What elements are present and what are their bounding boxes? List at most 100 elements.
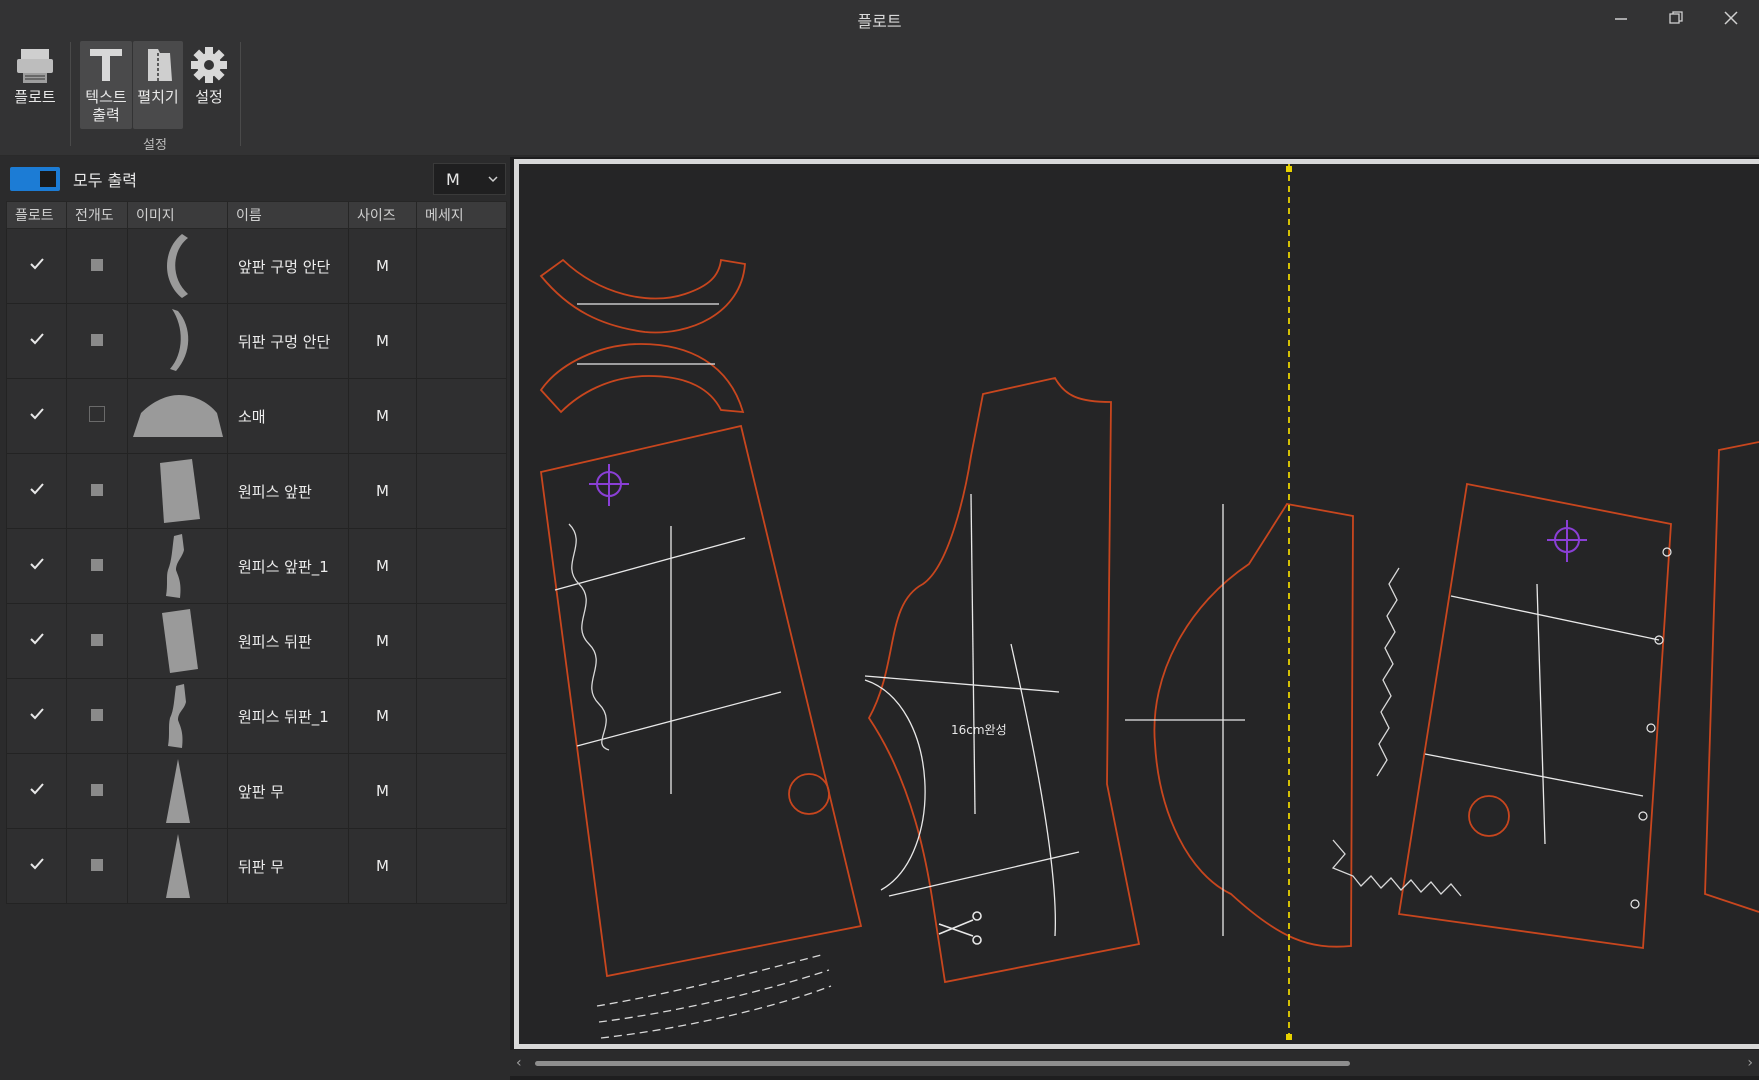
plot-checkbox[interactable] xyxy=(6,378,67,454)
unfold-checkbox[interactable] xyxy=(66,753,128,829)
text-output-button[interactable]: 텍스트 출력 xyxy=(80,41,132,129)
dress-back-thumb xyxy=(161,609,198,673)
table-row[interactable]: 원피스 앞판 M xyxy=(6,453,507,529)
text-output-label-2: 출력 xyxy=(92,106,120,124)
piece-message xyxy=(416,528,507,604)
col-header-message[interactable]: 메세지 xyxy=(416,201,507,229)
restore-button[interactable] xyxy=(1653,4,1699,32)
plotter-icon xyxy=(17,49,53,83)
scrollbar-thumb[interactable] xyxy=(535,1061,1350,1066)
unfold-checkbox[interactable] xyxy=(66,678,128,754)
plot-checkbox[interactable] xyxy=(6,228,67,304)
piece-size: M xyxy=(348,303,417,379)
table-row[interactable]: 앞판 무 M xyxy=(6,753,507,829)
table-row[interactable]: 소매 M xyxy=(6,378,507,454)
piece-message xyxy=(416,453,507,529)
unfold-checkbox[interactable] xyxy=(66,303,128,379)
plot-checkbox[interactable] xyxy=(6,603,67,679)
text-output-label-1: 텍스트 xyxy=(85,88,127,106)
piece-message xyxy=(416,828,507,904)
output-all-toggle[interactable] xyxy=(10,167,60,191)
col-header-size[interactable]: 사이즈 xyxy=(348,201,417,229)
table-row[interactable]: 원피스 앞판_1 M xyxy=(6,528,507,604)
indeterminate-box xyxy=(91,259,103,271)
checkmark-icon xyxy=(29,333,44,345)
piece-name: 원피스 뒤판_1 xyxy=(227,678,349,754)
table-header: 플로트 전개도 이미지 이름 사이즈 메세지 xyxy=(6,201,507,229)
horizontal-scrollbar[interactable]: ‹ › xyxy=(510,1050,1759,1076)
plot-checkbox[interactable] xyxy=(6,753,67,829)
unfold-checkbox[interactable] xyxy=(66,228,128,304)
plot-button[interactable]: 플로트 xyxy=(8,41,62,106)
unfold-checkbox[interactable] xyxy=(66,378,128,454)
ribbon-toolbar: 플로트 텍스트 출력 펼치기 설정 설정 xyxy=(0,36,1759,156)
text-t-icon xyxy=(90,49,122,81)
restore-icon xyxy=(1669,11,1683,24)
finish-annotation: 16cm완성 xyxy=(951,723,1007,737)
dress-back-right-piece xyxy=(1397,482,1672,950)
piece-size: M xyxy=(348,678,417,754)
dress-front-thumb xyxy=(159,459,200,523)
piece-message xyxy=(416,378,507,454)
minimize-button[interactable] xyxy=(1598,4,1644,32)
chevron-down-icon xyxy=(488,176,498,183)
settings-button[interactable]: 설정 xyxy=(185,41,233,106)
front-gore-thumb xyxy=(165,759,190,823)
piece-name: 뒤판 구멍 안단 xyxy=(227,303,349,379)
unfold-checkbox[interactable] xyxy=(66,603,128,679)
unfold-button[interactable]: 펼치기 xyxy=(133,41,183,129)
col-header-name[interactable]: 이름 xyxy=(227,201,349,229)
dress-front-piece xyxy=(540,424,863,978)
piece-thumbnail xyxy=(127,528,228,604)
piece-thumbnail xyxy=(127,678,228,754)
plot-checkbox[interactable] xyxy=(6,453,67,529)
col-header-unfold[interactable]: 전개도 xyxy=(66,201,128,229)
piece-message xyxy=(416,753,507,829)
piece-name: 원피스 뒤판 xyxy=(227,603,349,679)
unfold-pattern-icon xyxy=(148,49,172,81)
close-button[interactable] xyxy=(1708,4,1754,32)
partial-piece xyxy=(1704,441,1759,913)
plot-checkbox[interactable] xyxy=(6,303,67,379)
unfold-checkbox[interactable] xyxy=(66,453,128,529)
marker-canvas[interactable]: 16cm완성 xyxy=(514,159,1759,1049)
piece-size: M xyxy=(348,453,417,529)
piece-message xyxy=(416,678,507,754)
title-bar: 플로트 xyxy=(0,0,1759,36)
indeterminate-box xyxy=(91,634,103,646)
scissors-icon xyxy=(938,911,982,945)
plot-preview-area: 16cm완성 ‹ › xyxy=(510,157,1759,1080)
plot-checkbox[interactable] xyxy=(6,828,67,904)
col-header-plot[interactable]: 플로트 xyxy=(6,201,67,229)
piece-name: 원피스 앞판 xyxy=(227,453,349,529)
back-gore-thumb xyxy=(165,834,190,898)
piece-size: M xyxy=(348,528,417,604)
scroll-left-icon[interactable]: ‹ xyxy=(516,1055,522,1071)
checkmark-icon xyxy=(29,408,44,420)
unfold-checkbox[interactable] xyxy=(66,828,128,904)
table-row[interactable]: 원피스 뒤판_1 M xyxy=(6,678,507,754)
unfold-checkbox[interactable] xyxy=(66,528,128,604)
col-header-image[interactable]: 이미지 xyxy=(127,201,228,229)
dress-back-1-thumb xyxy=(167,684,186,748)
piece-name: 앞판 구멍 안단 xyxy=(227,228,349,304)
table-row[interactable]: 뒤판 무 M xyxy=(6,828,507,904)
table-row[interactable]: 원피스 뒤판 M xyxy=(6,603,507,679)
size-select[interactable]: M xyxy=(433,163,506,195)
plot-checkbox[interactable] xyxy=(6,678,67,754)
ribbon-group-label: 설정 xyxy=(143,138,167,153)
plot-label: 플로트 xyxy=(14,88,56,106)
table-row[interactable]: 뒤판 구멍 안단 M xyxy=(6,303,507,379)
scroll-right-icon[interactable]: › xyxy=(1747,1055,1753,1071)
drill-mark xyxy=(788,773,830,815)
piece-thumbnail xyxy=(127,378,228,454)
plot-checkbox[interactable] xyxy=(6,528,67,604)
empty-box xyxy=(89,406,105,422)
table-row[interactable]: 앞판 구멍 안단 M xyxy=(6,228,507,304)
indeterminate-box xyxy=(91,784,103,796)
sleeve-thumb xyxy=(132,395,223,437)
piece-size: M xyxy=(348,753,417,829)
size-select-value: M xyxy=(446,170,460,189)
piece-thumbnail xyxy=(127,303,228,379)
checkmark-icon xyxy=(29,708,44,720)
